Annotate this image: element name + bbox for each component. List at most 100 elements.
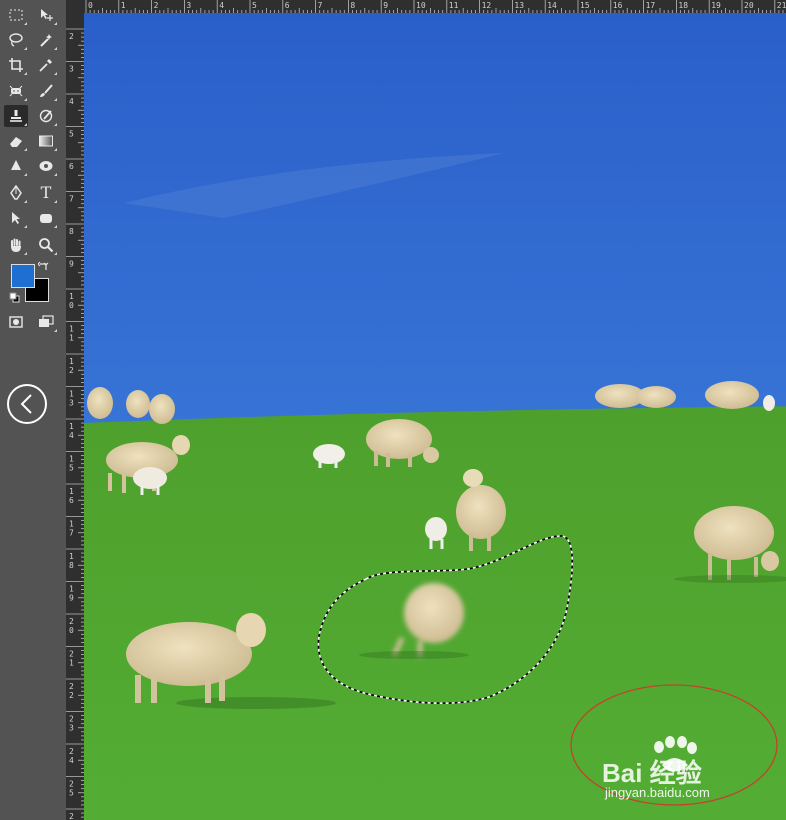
ruler-label: 7 xyxy=(318,1,323,10)
stamp-icon xyxy=(10,110,22,122)
hand-tool[interactable] xyxy=(4,234,28,256)
ruler-label: 15 xyxy=(580,1,590,10)
ruler-label: 13 xyxy=(514,1,524,10)
ruler-label: 7 xyxy=(69,529,74,538)
ruler-label: 4 xyxy=(69,756,74,765)
ruler-label: 17 xyxy=(646,1,656,10)
marquee-icon xyxy=(9,9,23,21)
ruler-label: 7 xyxy=(69,195,74,204)
ruler-label: 2 xyxy=(69,812,74,820)
ruler-label: 1 xyxy=(69,390,74,399)
ruler-label: 12 xyxy=(482,1,492,10)
rect-marquee-tool[interactable] xyxy=(4,4,28,26)
ruler-label: 4 xyxy=(69,97,74,106)
horizontal-ruler[interactable]: 0 1 2 3 4 5 6 7 8 9 10 11 12 13 14 15 16 17 18 19 20 21 xyxy=(84,0,786,14)
ruler-label: 1 xyxy=(69,334,74,343)
ruler-label: 2 xyxy=(154,1,159,10)
type-tool[interactable]: T xyxy=(34,182,58,204)
move-icon xyxy=(41,9,53,21)
foreground-color-swatch[interactable] xyxy=(11,264,35,288)
ruler-label: 8 xyxy=(69,561,74,570)
sheep-photo xyxy=(84,13,786,820)
brush-tool[interactable] xyxy=(34,80,58,102)
ruler-label: 14 xyxy=(547,1,557,10)
eraser-icon xyxy=(10,137,22,147)
ruler-label: 6 xyxy=(69,496,74,505)
pen-tool[interactable] xyxy=(4,182,28,204)
vertical-ruler-ticks: 2345678910111213141516171819202122232425… xyxy=(66,28,84,820)
ruler-label: 0 xyxy=(69,301,74,310)
tools-panel: T xyxy=(0,0,66,820)
spot-healing-tool[interactable] xyxy=(4,80,28,102)
ruler-label: 1 xyxy=(69,487,74,496)
eyedropper-tool[interactable] xyxy=(34,54,58,76)
ruler-label: 2 xyxy=(69,747,74,756)
ruler-corner xyxy=(66,0,85,14)
lasso-icon xyxy=(9,33,23,47)
ruler-label: 5 xyxy=(252,1,257,10)
ruler-label: 18 xyxy=(678,1,688,10)
ruler-label: 2 xyxy=(69,780,74,789)
zoom-tool[interactable] xyxy=(34,234,58,256)
lasso-tool[interactable] xyxy=(4,29,28,51)
history-brush-tool[interactable] xyxy=(34,105,58,127)
ruler-label: 2 xyxy=(69,715,74,724)
eyedropper-icon xyxy=(39,59,52,72)
gradient-icon xyxy=(39,135,53,147)
ruler-label: 20 xyxy=(744,1,754,10)
gradient-tool[interactable] xyxy=(34,130,58,152)
magic-wand-tool[interactable] xyxy=(34,29,58,51)
screen-mode-button[interactable] xyxy=(34,311,58,333)
ruler-label: 3 xyxy=(69,724,74,733)
ruler-label: 1 xyxy=(69,585,74,594)
vertical-ruler[interactable]: 2345678910111213141516171819202122232425… xyxy=(66,13,85,820)
path-selection-tool[interactable] xyxy=(4,207,28,229)
ruler-label: 9 xyxy=(69,260,74,269)
ruler-label: 2 xyxy=(69,650,74,659)
blur-tool[interactable] xyxy=(4,155,28,177)
dodge-tool[interactable] xyxy=(34,155,58,177)
default-colors-icon[interactable] xyxy=(9,292,21,304)
ruler-label: 2 xyxy=(69,682,74,691)
history-brush-icon xyxy=(39,109,53,123)
ruler-label: 9 xyxy=(383,1,388,10)
ruler-label: 16 xyxy=(613,1,623,10)
ruler-label: 1 xyxy=(121,1,126,10)
ruler-label: 1 xyxy=(69,455,74,464)
ruler-label: 0 xyxy=(69,626,74,635)
ruler-label: 2 xyxy=(69,691,74,700)
ruler-label: 5 xyxy=(69,464,74,473)
pen-icon xyxy=(10,185,22,200)
dodge-icon xyxy=(39,161,53,171)
ruler-label: 6 xyxy=(69,162,74,171)
swap-colors-icon[interactable] xyxy=(38,261,50,273)
ruler-label: 2 xyxy=(69,617,74,626)
ruler-label: 21 xyxy=(777,1,786,10)
back-button[interactable] xyxy=(7,384,47,424)
ruler-label: 2 xyxy=(69,32,74,41)
quick-mask-icon xyxy=(9,316,23,328)
hand-icon xyxy=(11,238,21,252)
ruler-label: 3 xyxy=(186,1,191,10)
ruler-label: 4 xyxy=(219,1,224,10)
crop-tool[interactable] xyxy=(4,54,28,76)
watermark-url: jingyan.baidu.com xyxy=(605,785,710,800)
ruler-label: 1 xyxy=(69,552,74,561)
ruler-label: 5 xyxy=(69,130,74,139)
clone-stamp-tool[interactable] xyxy=(4,105,28,127)
shape-tool[interactable] xyxy=(34,207,58,229)
ruler-label: 1 xyxy=(69,422,74,431)
ruler-label: 4 xyxy=(69,431,74,440)
ruler-label: 9 xyxy=(69,594,74,603)
magic-wand-icon xyxy=(40,34,52,47)
quick-mask-button[interactable] xyxy=(4,311,28,333)
zoom-icon xyxy=(39,238,54,253)
brush-icon xyxy=(40,84,53,97)
move-tool[interactable] xyxy=(34,4,58,26)
healing-icon xyxy=(9,85,23,97)
ruler-label: 3 xyxy=(69,65,74,74)
document-canvas[interactable]: Bai 经验 jingyan.baidu.com xyxy=(84,13,786,820)
eraser-tool[interactable] xyxy=(4,130,28,152)
ruler-label: 1 xyxy=(69,659,74,668)
screen-mode-icon xyxy=(39,315,54,327)
